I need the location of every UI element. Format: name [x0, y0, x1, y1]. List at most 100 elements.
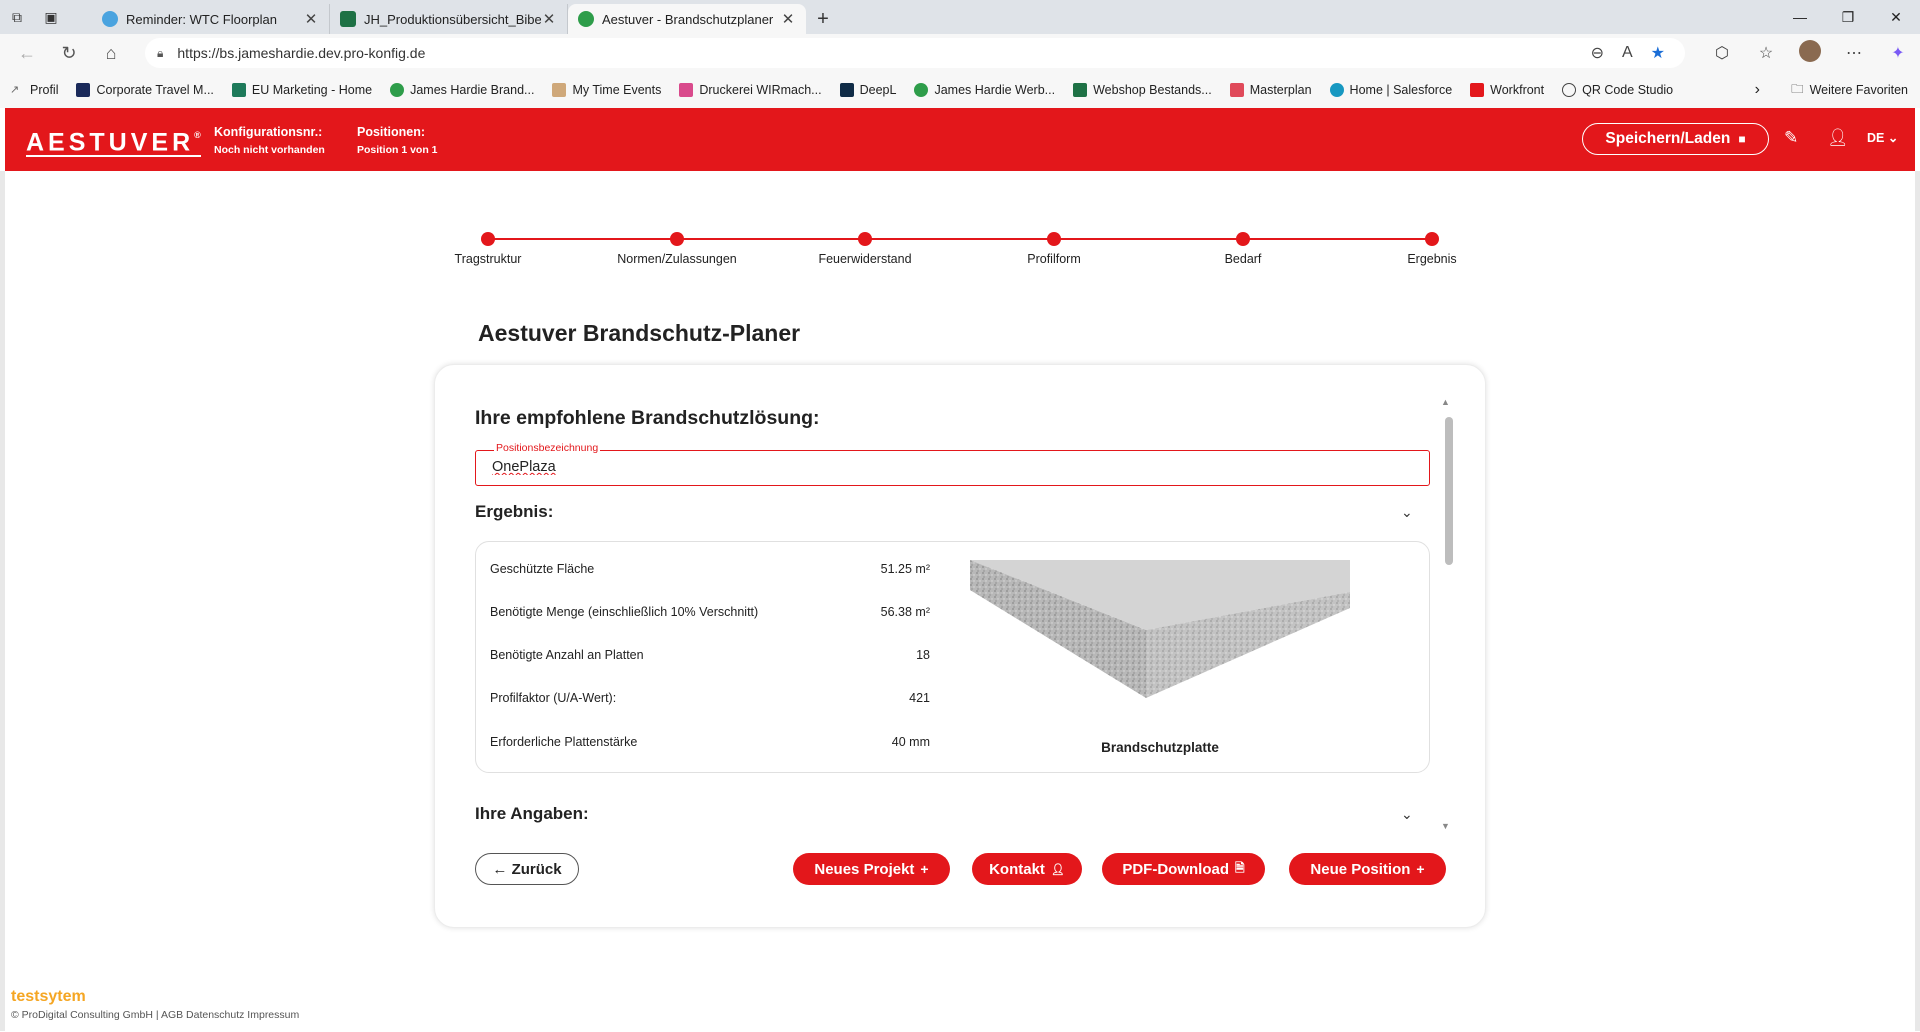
- profile-avatar[interactable]: [1788, 39, 1832, 67]
- bookmark-item[interactable]: James Hardie Brand...: [390, 83, 534, 97]
- more-icon[interactable]: ⋯: [1832, 43, 1876, 63]
- footer-brand: testsytem: [11, 988, 86, 1005]
- inputs-section-header[interactable]: Ihre Angaben:: [475, 804, 589, 824]
- chevron-down-icon[interactable]: ⌄: [1401, 806, 1413, 823]
- user-edit-icon[interactable]: ✎: [1784, 128, 1798, 148]
- scroll-down-icon[interactable]: ▼: [1441, 821, 1450, 831]
- floppy-icon: ■: [1738, 132, 1746, 146]
- copilot-icon[interactable]: ✦: [1876, 43, 1920, 63]
- bookmark-item[interactable]: Corporate Travel M...: [76, 83, 214, 97]
- bookmark-item[interactable]: Workfront: [1470, 83, 1544, 97]
- close-window-icon[interactable]: ✕: [1872, 0, 1920, 34]
- position-name-field: Positionsbezeichnung: [475, 442, 1430, 486]
- plus-icon: +: [1416, 861, 1425, 877]
- bookmark-icon: [76, 83, 91, 97]
- bookmark-icon: [1329, 83, 1344, 97]
- chevron-down-icon[interactable]: ⌄: [1401, 504, 1413, 521]
- bookmark-item[interactable]: Druckerei WIRmach...: [679, 83, 822, 97]
- close-icon[interactable]: ✕: [541, 10, 557, 28]
- bookmark-item[interactable]: Webshop Bestands...: [1073, 83, 1212, 97]
- reload-icon[interactable]: ↻: [48, 34, 90, 72]
- position-name-input[interactable]: [492, 459, 1392, 475]
- product-caption: Brandschutzplatte: [1101, 740, 1219, 755]
- scroll-up-icon[interactable]: ▲: [1441, 397, 1450, 407]
- read-aloud-icon[interactable]: A: [1622, 44, 1633, 62]
- step-dot: [858, 232, 872, 246]
- close-icon[interactable]: ✕: [780, 10, 796, 28]
- result-card: Ihre empfohlene Brandschutzlösung: Posit…: [434, 364, 1486, 928]
- step-dot: [670, 232, 684, 246]
- page-border-right: [1915, 171, 1920, 1031]
- bookmark-icon: [1073, 83, 1088, 97]
- bookmark-item[interactable]: QR Code Studio: [1562, 83, 1673, 97]
- close-icon[interactable]: ✕: [303, 10, 319, 28]
- bookmark-icon: [390, 83, 405, 97]
- bookmark-icon: ↗: [10, 84, 20, 96]
- scrollbar-thumb[interactable]: [1445, 417, 1453, 565]
- step-feuerwiderstand[interactable]: Feuerwiderstand: [795, 231, 935, 266]
- bookmarks-bar: ↗ Profil Corporate Travel M... EU Marketi…: [0, 72, 1920, 108]
- favorites-icon[interactable]: ☆: [1744, 43, 1788, 63]
- browser-tab-1[interactable]: Reminder: WTC Floorplan ✕: [92, 4, 330, 34]
- folder-icon: 🗀: [1791, 81, 1804, 96]
- pdf-download-button[interactable]: PDF-Download 🗎: [1102, 853, 1265, 885]
- bookmark-item[interactable]: Masterplan: [1229, 83, 1312, 97]
- contact-button[interactable]: Kontakt 👤︎: [972, 853, 1082, 885]
- positions-label: Positionen:: [357, 125, 426, 139]
- positions-value: Position 1 von 1: [357, 144, 438, 156]
- home-icon[interactable]: ⌂: [90, 34, 132, 72]
- user-icon[interactable]: 👤︎: [1827, 128, 1849, 148]
- minimize-icon[interactable]: —: [1776, 0, 1824, 34]
- bookmark-icon: [1470, 83, 1485, 97]
- browser-toolbar: ⬡ ☆ ⋯ ✦: [1700, 34, 1920, 72]
- back-button[interactable]: ← Zurück: [475, 853, 579, 885]
- step-dot: [1236, 232, 1250, 246]
- app-header: AESTUVER® Konfigurationsnr.: Noch nicht …: [5, 108, 1915, 171]
- window-controls: — ❐ ✕: [1776, 0, 1920, 34]
- browser-tab-active[interactable]: Aestuver - Brandschutzplaner ✕: [568, 4, 806, 34]
- tab-actions-icon[interactable]: ▣: [34, 0, 68, 34]
- new-position-button[interactable]: Neue Position +: [1289, 853, 1446, 885]
- result-section-header[interactable]: Ergebnis:: [475, 502, 553, 522]
- other-favorites[interactable]: 🗀 Weitere Favoriten: [1791, 80, 1908, 101]
- url-field[interactable]: 🔒︎ https://bs.jameshardie.dev.pro-konfig…: [145, 38, 1685, 68]
- step-dot: [1047, 232, 1061, 246]
- result-row: Erforderliche Plattenstärke 40 mm: [490, 735, 930, 749]
- restore-icon[interactable]: ❐: [1824, 0, 1872, 34]
- config-info: Konfigurationsnr.: Noch nicht vorhanden: [214, 123, 325, 159]
- bookmark-icon: [231, 83, 246, 97]
- extensions-icon[interactable]: ⬡: [1700, 43, 1744, 63]
- bookmark-item[interactable]: Home | Salesforce: [1329, 83, 1452, 97]
- step-ergebnis[interactable]: Ergebnis: [1362, 231, 1502, 266]
- step-profilform[interactable]: Profilform: [984, 231, 1124, 266]
- step-tragstruktur[interactable]: Tragstruktur: [418, 231, 558, 266]
- new-tab-button[interactable]: +: [806, 4, 840, 34]
- language-select[interactable]: DE ⌄: [1867, 130, 1898, 145]
- tab-favicon: [102, 11, 118, 27]
- step-bedarf[interactable]: Bedarf: [1173, 231, 1313, 266]
- bookmark-icon: [839, 83, 854, 97]
- positions-info: Positionen: Position 1 von 1: [357, 123, 438, 159]
- bookmark-item[interactable]: ↗ Profil: [10, 83, 58, 97]
- bookmark-item[interactable]: My Time Events: [552, 83, 661, 97]
- bookmark-item[interactable]: DeepL: [839, 83, 896, 97]
- globe-icon: [1562, 83, 1577, 97]
- result-row: Profilfaktor (U/A-Wert): 421: [490, 691, 930, 705]
- aestuver-logo[interactable]: AESTUVER®: [26, 126, 201, 158]
- step-normen[interactable]: Normen/Zulassungen: [607, 231, 747, 266]
- chevron-right-icon[interactable]: ›: [1755, 81, 1760, 99]
- back-icon[interactable]: ←: [6, 34, 48, 72]
- bookmark-icon: [914, 83, 929, 97]
- favorite-star-icon[interactable]: ★: [1651, 43, 1665, 63]
- bookmark-item[interactable]: EU Marketing - Home: [231, 83, 372, 97]
- save-load-button[interactable]: Speichern/Laden ■: [1582, 123, 1769, 155]
- workspaces-icon[interactable]: ⧉: [0, 0, 34, 34]
- result-row: Geschützte Fläche 51.25 m²: [490, 562, 930, 576]
- progress-stepper: Tragstruktur Normen/Zulassungen Feuerwid…: [455, 231, 1457, 291]
- config-label: Konfigurationsnr.:: [214, 125, 323, 139]
- browser-tab-2[interactable]: JH_Produktionsübersicht_Bibel_SF ✕: [330, 4, 568, 34]
- new-project-button[interactable]: Neues Projekt +: [793, 853, 950, 885]
- url-text: https://bs.jameshardie.dev.pro-konfig.de: [177, 45, 426, 61]
- zoom-icon[interactable]: ⊖: [1591, 43, 1604, 63]
- bookmark-item[interactable]: James Hardie Werb...: [914, 83, 1055, 97]
